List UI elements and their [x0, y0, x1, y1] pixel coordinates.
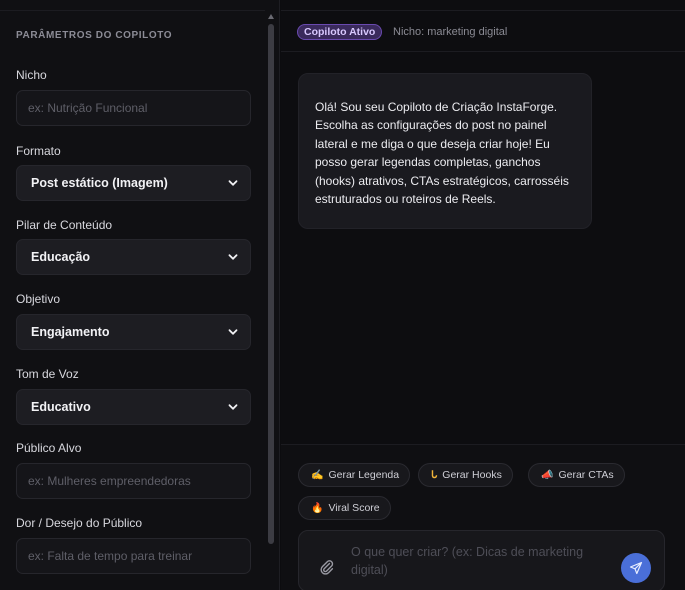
chevron-down-icon [228, 404, 238, 410]
chevron-down-icon [228, 180, 238, 186]
sidebar-scrollbar[interactable] [267, 12, 275, 544]
publico-field-wrapper [16, 463, 251, 499]
chip-label: Gerar CTAs [558, 469, 614, 481]
generate-ctas-button[interactable]: 📣 Gerar CTAs [528, 463, 625, 487]
hook-icon: ᒐ [431, 469, 438, 481]
nicho-field-wrapper [16, 90, 251, 126]
pilar-selected-value: Educação [31, 250, 91, 264]
message-composer[interactable]: O que quer criar? (ex: Dicas de marketin… [298, 530, 665, 590]
viral-score-button[interactable]: 🔥 Viral Score [298, 496, 391, 520]
chat-panel: Copiloto Ativo Nicho: marketing digital … [281, 0, 685, 590]
scrollbar-thumb[interactable] [268, 24, 274, 544]
send-icon [629, 561, 643, 575]
nicho-input[interactable] [17, 91, 250, 125]
chevron-down-icon [228, 254, 238, 260]
chat-header: Copiloto Ativo Nicho: marketing digital [281, 10, 685, 52]
formato-select[interactable]: Post estático (Imagem) [16, 165, 251, 201]
pilar-label: Pilar de Conteúdo [16, 218, 113, 232]
dor-label: Dor / Desejo do Público [16, 516, 143, 530]
objetivo-select[interactable]: Engajamento [16, 314, 251, 350]
scroll-up-arrow-icon[interactable] [268, 14, 274, 19]
assistant-message: Olá! Sou seu Copiloto de Criação InstaFo… [298, 73, 592, 229]
dor-field-wrapper [16, 538, 251, 574]
chevron-down-icon [228, 329, 238, 335]
app-root: PARÂMETROS DO COPILOTO Nicho Formato Pos… [0, 0, 685, 590]
message-input[interactable]: O que quer criar? (ex: Dicas de marketin… [351, 543, 621, 579]
parameters-sidebar: PARÂMETROS DO COPILOTO Nicho Formato Pos… [0, 0, 280, 590]
fire-icon: 🔥 [311, 502, 324, 514]
current-niche: Nicho: marketing digital [393, 26, 508, 38]
tom-label: Tom de Voz [16, 367, 79, 381]
tom-select[interactable]: Educativo [16, 389, 251, 425]
send-button[interactable] [621, 553, 651, 583]
status-badge: Copiloto Ativo [297, 24, 383, 40]
formato-label: Formato [16, 144, 61, 158]
writing-hand-icon: ✍ [311, 469, 324, 481]
dor-input[interactable] [17, 539, 250, 573]
objetivo-label: Objetivo [16, 292, 61, 306]
chip-label: Gerar Hooks [442, 469, 502, 481]
formato-selected-value: Post estático (Imagem) [31, 176, 168, 190]
publico-input[interactable] [17, 464, 250, 498]
generate-caption-button[interactable]: ✍ Gerar Legenda [298, 463, 411, 487]
nicho-label: Nicho [16, 68, 47, 82]
megaphone-icon: 📣 [541, 469, 554, 481]
generate-hooks-button[interactable]: ᒐ Gerar Hooks [418, 463, 513, 487]
pilar-select[interactable]: Educação [16, 239, 251, 275]
paperclip-icon[interactable] [319, 559, 335, 575]
divider [0, 10, 265, 11]
objetivo-selected-value: Engajamento [31, 325, 110, 339]
chip-label: Gerar Legenda [328, 469, 400, 481]
publico-label: Público Alvo [16, 441, 82, 455]
composer-area: ✍ Gerar Legenda ᒐ Gerar Hooks 📣 Gerar CT… [281, 444, 685, 590]
chip-label: Viral Score [328, 502, 380, 514]
tom-selected-value: Educativo [31, 400, 91, 414]
sidebar-title: PARÂMETROS DO COPILOTO [16, 30, 173, 41]
